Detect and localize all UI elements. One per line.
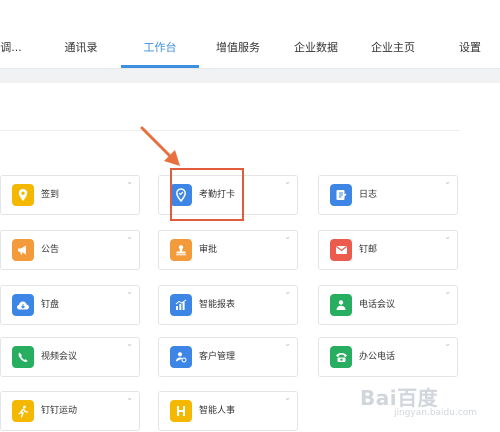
stamp-icon (170, 239, 192, 261)
app-label: 客户管理 (199, 352, 236, 362)
mail-icon (330, 239, 352, 261)
app-label: 智能人事 (199, 406, 236, 416)
video-call-icon (12, 346, 34, 368)
pointer-arrow-icon (140, 126, 180, 166)
cloud-drive-icon (12, 294, 34, 316)
app-card-log[interactable]: 日志 ⌄ (318, 175, 458, 215)
app-card-announcement[interactable]: 公告 ⌄ (0, 230, 140, 270)
customer-icon (170, 346, 192, 368)
chevron-down-icon[interactable]: ⌄ (126, 232, 133, 242)
app-card-phone-conference[interactable]: 电话会议 ⌄ (318, 285, 458, 325)
megaphone-icon (12, 239, 34, 261)
chevron-down-icon[interactable]: ⌄ (126, 287, 133, 297)
app-card-reports[interactable]: 智能报表 ⌄ (158, 285, 298, 325)
app-label: 智能报表 (199, 300, 236, 310)
chevron-down-icon[interactable]: ⌄ (126, 393, 133, 403)
app-card-mail[interactable]: 钉邮 ⌄ (318, 230, 458, 270)
app-card-hr[interactable]: 智能人事 ⌄ (158, 391, 298, 431)
nav-tab-enterprise-data[interactable]: 企业数据 (284, 28, 348, 68)
app-card-drive[interactable]: 钉盘 ⌄ (0, 285, 140, 325)
chevron-down-icon[interactable]: ⌄ (284, 339, 291, 349)
hr-icon (170, 400, 192, 422)
chevron-down-icon[interactable]: ⌄ (126, 339, 133, 349)
nav-tab-value-added[interactable]: 增值服务 (206, 28, 270, 68)
chevron-down-icon[interactable]: ⌄ (444, 232, 451, 242)
app-card-sports[interactable]: 钉钉运动 ⌄ (0, 391, 140, 431)
chevron-down-icon[interactable]: ⌄ (444, 287, 451, 297)
chevron-down-icon[interactable]: ⌄ (284, 232, 291, 242)
watermark-brand: Bai百度 (360, 386, 439, 410)
chevron-down-icon[interactable]: ⌄ (284, 287, 291, 297)
chevron-down-icon[interactable]: ⌄ (444, 339, 451, 349)
nav-tab-contacts[interactable]: 通讯录 (50, 28, 112, 68)
app-label: 公告 (41, 245, 60, 255)
app-label: 钉邮 (359, 245, 378, 255)
app-card-checkin[interactable]: 签到 ⌄ (0, 175, 140, 215)
app-card-crm[interactable]: 客户管理 ⌄ (158, 337, 298, 377)
chevron-down-icon[interactable]: ⌄ (284, 177, 291, 187)
app-label: 办公电话 (359, 352, 396, 362)
app-label: 电话会议 (359, 300, 396, 310)
chevron-down-icon[interactable]: ⌄ (444, 177, 451, 187)
nav-bottom-strip (0, 68, 500, 83)
office-phone-icon (330, 346, 352, 368)
nav-tab-workbench[interactable]: 工作台 (121, 28, 199, 68)
highlight-box (170, 168, 244, 221)
location-pin-icon (12, 184, 34, 206)
runner-icon (12, 400, 34, 422)
conference-call-icon (330, 294, 352, 316)
watermark-url: jingyan.baidu.com (394, 408, 478, 418)
app-card-video-conference[interactable]: 视频会议 ⌄ (0, 337, 140, 377)
chevron-down-icon[interactable]: ⌄ (126, 177, 133, 187)
app-label: 钉钉运动 (41, 406, 78, 416)
app-label: 签到 (41, 190, 60, 200)
app-label: 视频会议 (41, 352, 78, 362)
app-label: 日志 (359, 190, 378, 200)
app-label: 钉盘 (41, 300, 60, 310)
app-label: 审批 (199, 245, 218, 255)
nav-tab-enterprise-home[interactable]: 企业主页 (361, 28, 425, 68)
bar-chart-icon (170, 294, 192, 316)
app-card-approval[interactable]: 审批 ⌄ (158, 230, 298, 270)
top-nav: 调... 通讯录 工作台 增值服务 企业数据 企业主页 设置 (0, 28, 500, 68)
log-note-icon (330, 184, 352, 206)
app-card-office-phone[interactable]: 办公电话 ⌄ (318, 337, 458, 377)
section-divider (0, 130, 460, 131)
baidu-watermark: Bai百度 jingyan.baidu.com (360, 378, 494, 428)
nav-tab-calendar[interactable]: 调... (0, 28, 22, 68)
nav-tab-settings[interactable]: 设置 (447, 28, 493, 68)
chevron-down-icon[interactable]: ⌄ (284, 393, 291, 403)
